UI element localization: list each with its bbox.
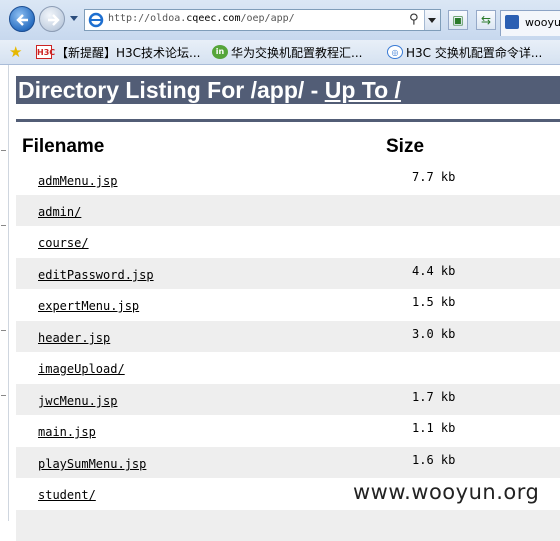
table-row: imageUpload/ [16,352,560,383]
refresh-icon[interactable]: ⇆ [476,10,496,30]
table-row: admin/ [16,195,560,226]
divider [16,119,560,122]
h3c-icon: H3C [36,45,55,59]
table-row: playSumMenu.jsp 1.6 kb [16,447,560,478]
file-size: 4.4 kb [412,264,456,278]
file-link[interactable]: main.jsp [38,425,96,439]
file-link[interactable]: admMenu.jsp [38,174,117,188]
tab-favicon-icon [505,15,519,29]
size-column-header: Size [386,136,425,157]
forward-button[interactable] [39,6,65,32]
table-row [16,510,560,541]
page-title: Directory Listing For /app/ - Up To / [16,76,560,104]
file-link[interactable]: playSumMenu.jsp [38,457,146,471]
browser-tab[interactable]: wooyun [500,10,560,36]
address-bar[interactable]: http://oldoa.cqeec.com/oep/app/ ⚲ [84,9,441,31]
tab-label: wooyun [525,16,560,29]
search-icon: ◎ [387,45,403,59]
favorites-bar: ★ H3C 【新提醒】H3C技术论坛... in 华为交换机配置教程汇... ◎… [0,40,560,65]
address-dropdown-button[interactable] [424,10,440,30]
back-button[interactable] [9,6,35,32]
file-link[interactable]: course/ [38,236,89,250]
file-size: 1.1 kb [412,421,456,435]
favorite-link-2[interactable]: 华为交换机配置教程汇... [231,44,362,61]
forward-arrow-icon [48,14,60,26]
table-row: course/ [16,226,560,257]
table-row: main.jsp 1.1 kb [16,415,560,446]
browser-toolbar: http://oldoa.cqeec.com/oep/app/ ⚲ ▣ ⇆ wo… [0,0,560,40]
file-link[interactable]: expertMenu.jsp [38,299,139,313]
watermark: www.wooyun.org [353,480,540,504]
table-row: expertMenu.jsp 1.5 kb [16,289,560,320]
up-to-root-link[interactable]: Up To / [325,77,401,103]
ie-page-icon [88,12,104,28]
compatibility-view-icon[interactable]: ▣ [448,10,468,30]
table-row: header.jsp 3.0 kb [16,321,560,352]
file-size: 7.7 kb [412,170,456,184]
favorite-link-3[interactable]: H3C 交换机配置命令详... [406,44,542,61]
favorites-star-icon[interactable]: ★ [9,43,22,61]
file-link[interactable]: header.jsp [38,331,110,345]
file-size: 1.7 kb [412,390,456,404]
file-link[interactable]: editPassword.jsp [38,268,154,282]
page-title-text: Directory Listing For /app/ - [18,77,325,103]
back-arrow-icon [16,14,28,26]
address-search-icon[interactable]: ⚲ [409,12,419,27]
history-dropdown-icon[interactable] [70,16,78,21]
huawei-icon: in [212,45,228,59]
favorite-link-1[interactable]: 【新提醒】H3C技术论坛... [56,44,200,61]
file-size: 1.6 kb [412,453,456,467]
file-link[interactable]: admin/ [38,205,81,219]
file-link[interactable]: jwcMenu.jsp [38,394,117,408]
window-edge [0,65,9,521]
file-size: 3.0 kb [412,327,456,341]
file-link[interactable]: student/ [38,488,96,502]
table-row: admMenu.jsp 7.7 kb [16,164,560,195]
file-size: 1.5 kb [412,295,456,309]
table-row: jwcMenu.jsp 1.7 kb [16,384,560,415]
url-text[interactable]: http://oldoa.cqeec.com/oep/app/ [108,13,295,24]
table-row: editPassword.jsp 4.4 kb [16,258,560,289]
filename-column-header: Filename [22,136,105,157]
file-link[interactable]: imageUpload/ [38,362,125,376]
